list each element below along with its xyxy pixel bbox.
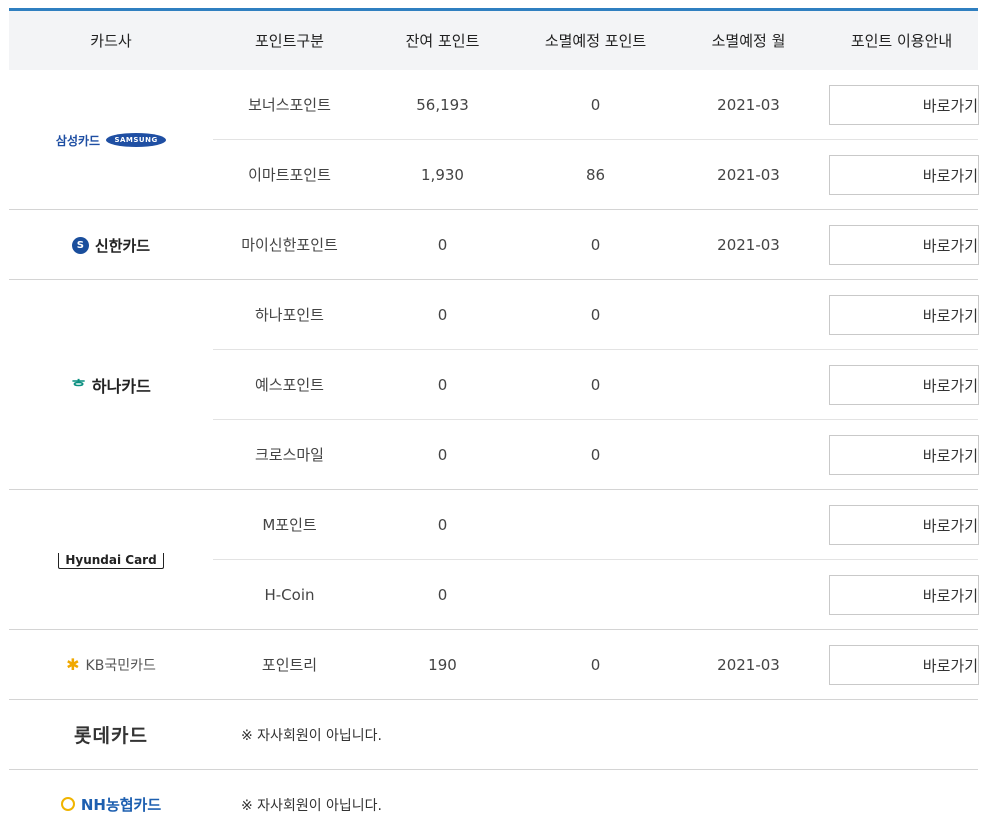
kb-card-logo: ✱ KB국민카드: [66, 655, 156, 675]
expiring-month: 2021-03: [672, 210, 825, 280]
hana-mark-icon: ᄒ: [71, 373, 86, 397]
balance: 0: [366, 560, 519, 630]
expiring-month: 2021-03: [672, 70, 825, 140]
kb-logo-text: KB국민카드: [86, 655, 156, 675]
expiring-points: 0: [519, 420, 672, 490]
lotte-card-logo: 롯데카드: [74, 721, 148, 748]
point-type: 이마트포인트: [213, 140, 366, 210]
guide-cell: 바로가기: [825, 210, 978, 280]
go-button[interactable]: 바로가기: [829, 435, 979, 475]
samsung-logo-text: 삼성카드: [56, 132, 100, 149]
balance: 0: [366, 280, 519, 350]
table-row: S 신한카드 마이신한포인트 0 0 2021-03 바로가기: [9, 210, 978, 280]
point-type: 마이신한포인트: [213, 210, 366, 280]
brand-cell-hyundai: Hyundai Card: [9, 490, 213, 630]
expiring-points: [519, 560, 672, 630]
go-button[interactable]: 바로가기: [829, 365, 979, 405]
go-button[interactable]: 바로가기: [829, 225, 979, 265]
expiring-points: 0: [519, 280, 672, 350]
balance: 56,193: [366, 70, 519, 140]
not-member-note: ※ 자사회원이 아닙니다.: [213, 700, 978, 770]
point-type: 하나포인트: [213, 280, 366, 350]
not-member-note: ※ 자사회원이 아닙니다.: [213, 770, 978, 839]
brand-cell-nh: NH농협카드: [9, 770, 213, 839]
balance: 0: [366, 350, 519, 420]
point-type: 예스포인트: [213, 350, 366, 420]
expiring-points: 0: [519, 350, 672, 420]
points-table-container: 카드사 포인트구분 잔여 포인트 소멸예정 포인트 소멸예정 월 포인트 이용안…: [9, 8, 978, 839]
hyundai-card-logo: Hyundai Card: [58, 553, 163, 569]
shinhan-card-logo: S 신한카드: [72, 235, 150, 256]
point-type: 보너스포인트: [213, 70, 366, 140]
go-button[interactable]: 바로가기: [829, 85, 979, 125]
table-row: Hyundai Card M포인트 0 바로가기: [9, 490, 978, 560]
kb-star-icon: ✱: [66, 655, 79, 674]
points-table: 카드사 포인트구분 잔여 포인트 소멸예정 포인트 소멸예정 월 포인트 이용안…: [9, 11, 978, 839]
header-expiring-month: 소멸예정 월: [672, 11, 825, 70]
header-card-company: 카드사: [9, 11, 213, 70]
guide-cell: 바로가기: [825, 490, 978, 560]
nh-logo-text: NH농협카드: [81, 794, 161, 815]
expiring-points: 0: [519, 70, 672, 140]
go-button[interactable]: 바로가기: [829, 505, 979, 545]
balance: 190: [366, 630, 519, 700]
table-header-row: 카드사 포인트구분 잔여 포인트 소멸예정 포인트 소멸예정 월 포인트 이용안…: [9, 11, 978, 70]
header-balance: 잔여 포인트: [366, 11, 519, 70]
point-type: H-Coin: [213, 560, 366, 630]
guide-cell: 바로가기: [825, 280, 978, 350]
balance: 1,930: [366, 140, 519, 210]
brand-cell-shinhan: S 신한카드: [9, 210, 213, 280]
guide-cell: 바로가기: [825, 350, 978, 420]
hana-card-logo: ᄒ 하나카드: [71, 373, 151, 397]
brand-cell-samsung: 삼성카드 SAMSUNG: [9, 70, 213, 210]
expiring-points: 0: [519, 630, 672, 700]
expiring-month: [672, 420, 825, 490]
header-guide: 포인트 이용안내: [825, 11, 978, 70]
expiring-month: 2021-03: [672, 630, 825, 700]
table-row: 삼성카드 SAMSUNG 보너스포인트 56,193 0 2021-03 바로가…: [9, 70, 978, 140]
guide-cell: 바로가기: [825, 420, 978, 490]
balance: 0: [366, 210, 519, 280]
nh-card-logo: NH농협카드: [61, 794, 161, 815]
go-button[interactable]: 바로가기: [829, 575, 979, 615]
shinhan-mark-icon: S: [72, 237, 89, 254]
guide-cell: 바로가기: [825, 140, 978, 210]
balance: 0: [366, 490, 519, 560]
expiring-month: [672, 350, 825, 420]
point-type: 포인트리: [213, 630, 366, 700]
nh-mark-icon: [61, 797, 75, 811]
go-button[interactable]: 바로가기: [829, 155, 979, 195]
header-point-type: 포인트구분: [213, 11, 366, 70]
expiring-month: [672, 490, 825, 560]
brand-cell-lotte: 롯데카드: [9, 700, 213, 770]
brand-cell-hana: ᄒ 하나카드: [9, 280, 213, 490]
table-row: ✱ KB국민카드 포인트리 190 0 2021-03 바로가기: [9, 630, 978, 700]
expiring-points: 0: [519, 210, 672, 280]
expiring-month: 2021-03: [672, 140, 825, 210]
table-row: 롯데카드 ※ 자사회원이 아닙니다.: [9, 700, 978, 770]
samsung-card-logo: 삼성카드 SAMSUNG: [56, 132, 166, 149]
table-row: ᄒ 하나카드 하나포인트 0 0 바로가기: [9, 280, 978, 350]
hana-logo-text: 하나카드: [92, 373, 151, 397]
header-expiring-points: 소멸예정 포인트: [519, 11, 672, 70]
table-row: NH농협카드 ※ 자사회원이 아닙니다.: [9, 770, 978, 839]
go-button[interactable]: 바로가기: [829, 645, 979, 685]
expiring-month: [672, 280, 825, 350]
point-type: 크로스마일: [213, 420, 366, 490]
balance: 0: [366, 420, 519, 490]
shinhan-logo-text: 신한카드: [95, 235, 150, 256]
go-button[interactable]: 바로가기: [829, 295, 979, 335]
expiring-points: 86: [519, 140, 672, 210]
guide-cell: 바로가기: [825, 560, 978, 630]
point-type: M포인트: [213, 490, 366, 560]
expiring-points: [519, 490, 672, 560]
samsung-badge-icon: SAMSUNG: [106, 133, 166, 147]
expiring-month: [672, 560, 825, 630]
guide-cell: 바로가기: [825, 70, 978, 140]
guide-cell: 바로가기: [825, 630, 978, 700]
brand-cell-kb: ✱ KB국민카드: [9, 630, 213, 700]
